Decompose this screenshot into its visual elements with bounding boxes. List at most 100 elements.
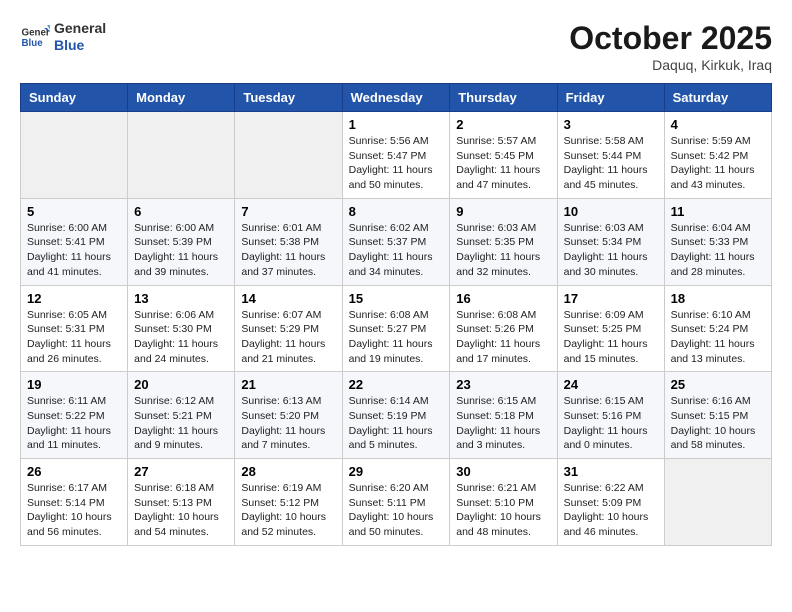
day-info: Sunrise: 6:15 AM Sunset: 5:16 PM Dayligh… <box>564 394 658 453</box>
day-info: Sunrise: 6:19 AM Sunset: 5:12 PM Dayligh… <box>241 481 335 540</box>
logo-icon: General Blue <box>20 22 50 52</box>
weekday-header-tuesday: Tuesday <box>235 84 342 112</box>
day-number: 20 <box>134 377 228 392</box>
day-info: Sunrise: 5:58 AM Sunset: 5:44 PM Dayligh… <box>564 134 658 193</box>
calendar-cell: 8 Sunrise: 6:02 AM Sunset: 5:37 PM Daylig… <box>342 198 450 285</box>
day-info: Sunrise: 6:01 AM Sunset: 5:38 PM Dayligh… <box>241 221 335 280</box>
calendar-cell: 10 Sunrise: 6:03 AM Sunset: 5:34 PM Dayli… <box>557 198 664 285</box>
calendar-cell: 17 Sunrise: 6:09 AM Sunset: 5:25 PM Dayli… <box>557 285 664 372</box>
day-number: 16 <box>456 291 550 306</box>
calendar-cell: 18 Sunrise: 6:10 AM Sunset: 5:24 PM Dayli… <box>664 285 771 372</box>
week-row-4: 19 Sunrise: 6:11 AM Sunset: 5:22 PM Dayli… <box>21 372 772 459</box>
calendar-cell: 16 Sunrise: 6:08 AM Sunset: 5:26 PM Dayli… <box>450 285 557 372</box>
day-number: 22 <box>349 377 444 392</box>
day-number: 31 <box>564 464 658 479</box>
calendar-cell: 25 Sunrise: 6:16 AM Sunset: 5:15 PM Dayli… <box>664 372 771 459</box>
day-info: Sunrise: 6:16 AM Sunset: 5:15 PM Dayligh… <box>671 394 765 453</box>
weekday-header-wednesday: Wednesday <box>342 84 450 112</box>
day-number: 28 <box>241 464 335 479</box>
calendar-cell: 6 Sunrise: 6:00 AM Sunset: 5:39 PM Daylig… <box>128 198 235 285</box>
day-number: 26 <box>27 464 121 479</box>
day-number: 23 <box>456 377 550 392</box>
day-number: 27 <box>134 464 228 479</box>
day-number: 4 <box>671 117 765 132</box>
day-info: Sunrise: 6:02 AM Sunset: 5:37 PM Dayligh… <box>349 221 444 280</box>
calendar-cell: 9 Sunrise: 6:03 AM Sunset: 5:35 PM Daylig… <box>450 198 557 285</box>
title-block: October 2025 Daquq, Kirkuk, Iraq <box>569 20 772 73</box>
calendar-cell: 21 Sunrise: 6:13 AM Sunset: 5:20 PM Dayli… <box>235 372 342 459</box>
calendar-cell: 24 Sunrise: 6:15 AM Sunset: 5:16 PM Dayli… <box>557 372 664 459</box>
calendar-cell <box>128 112 235 199</box>
day-info: Sunrise: 6:12 AM Sunset: 5:21 PM Dayligh… <box>134 394 228 453</box>
calendar-cell <box>235 112 342 199</box>
weekday-header-sunday: Sunday <box>21 84 128 112</box>
day-info: Sunrise: 6:21 AM Sunset: 5:10 PM Dayligh… <box>456 481 550 540</box>
day-info: Sunrise: 6:13 AM Sunset: 5:20 PM Dayligh… <box>241 394 335 453</box>
weekday-header-thursday: Thursday <box>450 84 557 112</box>
day-number: 9 <box>456 204 550 219</box>
calendar-cell: 30 Sunrise: 6:21 AM Sunset: 5:10 PM Dayli… <box>450 459 557 546</box>
day-info: Sunrise: 6:08 AM Sunset: 5:26 PM Dayligh… <box>456 308 550 367</box>
calendar-cell: 1 Sunrise: 5:56 AM Sunset: 5:47 PM Daylig… <box>342 112 450 199</box>
calendar-cell <box>21 112 128 199</box>
day-number: 14 <box>241 291 335 306</box>
day-info: Sunrise: 6:06 AM Sunset: 5:30 PM Dayligh… <box>134 308 228 367</box>
weekday-header-monday: Monday <box>128 84 235 112</box>
calendar-table: SundayMondayTuesdayWednesdayThursdayFrid… <box>20 83 772 546</box>
calendar-cell: 4 Sunrise: 5:59 AM Sunset: 5:42 PM Daylig… <box>664 112 771 199</box>
day-info: Sunrise: 6:09 AM Sunset: 5:25 PM Dayligh… <box>564 308 658 367</box>
day-number: 25 <box>671 377 765 392</box>
day-info: Sunrise: 6:10 AM Sunset: 5:24 PM Dayligh… <box>671 308 765 367</box>
calendar-cell <box>664 459 771 546</box>
calendar-cell: 29Sunrise: 6:20 AM Sunset: 5:11 PM Dayli… <box>342 459 450 546</box>
logo: General Blue General Blue <box>20 20 106 54</box>
day-number: 7 <box>241 204 335 219</box>
day-info: Sunrise: 6:08 AM Sunset: 5:27 PM Dayligh… <box>349 308 444 367</box>
day-number: 21 <box>241 377 335 392</box>
calendar-cell: 31 Sunrise: 6:22 AM Sunset: 5:09 PM Dayli… <box>557 459 664 546</box>
calendar-cell: 2 Sunrise: 5:57 AM Sunset: 5:45 PM Daylig… <box>450 112 557 199</box>
calendar-cell: 23Sunrise: 6:15 AM Sunset: 5:18 PM Dayli… <box>450 372 557 459</box>
day-number: 19 <box>27 377 121 392</box>
day-number: 18 <box>671 291 765 306</box>
day-number: 8 <box>349 204 444 219</box>
day-number: 6 <box>134 204 228 219</box>
day-number: 13 <box>134 291 228 306</box>
weekday-header-saturday: Saturday <box>664 84 771 112</box>
day-number: 5 <box>27 204 121 219</box>
day-number: 29 <box>349 464 444 479</box>
logo-line2: Blue <box>54 37 106 54</box>
day-info: Sunrise: 5:59 AM Sunset: 5:42 PM Dayligh… <box>671 134 765 193</box>
week-row-1: 1 Sunrise: 5:56 AM Sunset: 5:47 PM Daylig… <box>21 112 772 199</box>
day-info: Sunrise: 6:11 AM Sunset: 5:22 PM Dayligh… <box>27 394 121 453</box>
day-number: 10 <box>564 204 658 219</box>
location: Daquq, Kirkuk, Iraq <box>569 57 772 73</box>
day-number: 30 <box>456 464 550 479</box>
day-number: 12 <box>27 291 121 306</box>
day-info: Sunrise: 6:04 AM Sunset: 5:33 PM Dayligh… <box>671 221 765 280</box>
day-info: Sunrise: 6:22 AM Sunset: 5:09 PM Dayligh… <box>564 481 658 540</box>
day-number: 15 <box>349 291 444 306</box>
day-info: Sunrise: 6:03 AM Sunset: 5:34 PM Dayligh… <box>564 221 658 280</box>
svg-text:Blue: Blue <box>22 38 44 49</box>
day-info: Sunrise: 5:57 AM Sunset: 5:45 PM Dayligh… <box>456 134 550 193</box>
calendar-cell: 28 Sunrise: 6:19 AM Sunset: 5:12 PM Dayli… <box>235 459 342 546</box>
day-info: Sunrise: 5:56 AM Sunset: 5:47 PM Dayligh… <box>349 134 444 193</box>
month-title: October 2025 <box>569 20 772 57</box>
calendar-cell: 27 Sunrise: 6:18 AM Sunset: 5:13 PM Dayli… <box>128 459 235 546</box>
day-info: Sunrise: 6:03 AM Sunset: 5:35 PM Dayligh… <box>456 221 550 280</box>
weekday-header-row: SundayMondayTuesdayWednesdayThursdayFrid… <box>21 84 772 112</box>
day-number: 24 <box>564 377 658 392</box>
week-row-2: 5 Sunrise: 6:00 AM Sunset: 5:41 PM Daylig… <box>21 198 772 285</box>
day-number: 2 <box>456 117 550 132</box>
day-number: 17 <box>564 291 658 306</box>
calendar-cell: 13 Sunrise: 6:06 AM Sunset: 5:30 PM Dayli… <box>128 285 235 372</box>
day-info: Sunrise: 6:18 AM Sunset: 5:13 PM Dayligh… <box>134 481 228 540</box>
day-info: Sunrise: 6:00 AM Sunset: 5:39 PM Dayligh… <box>134 221 228 280</box>
day-info: Sunrise: 6:00 AM Sunset: 5:41 PM Dayligh… <box>27 221 121 280</box>
day-number: 1 <box>349 117 444 132</box>
day-info: Sunrise: 6:05 AM Sunset: 5:31 PM Dayligh… <box>27 308 121 367</box>
calendar-cell: 26Sunrise: 6:17 AM Sunset: 5:14 PM Dayli… <box>21 459 128 546</box>
weekday-header-friday: Friday <box>557 84 664 112</box>
calendar-cell: 3Sunrise: 5:58 AM Sunset: 5:44 PM Daylig… <box>557 112 664 199</box>
